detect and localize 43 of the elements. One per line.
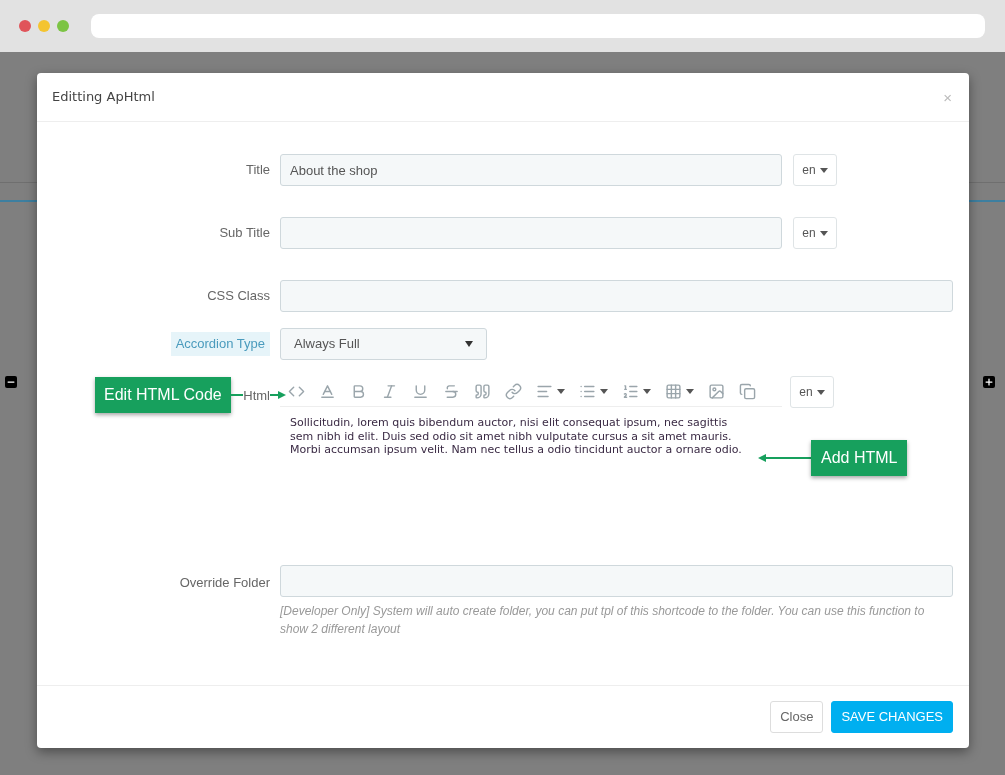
callout-label: Edit HTML Code: [95, 377, 231, 413]
caret-icon: [600, 388, 608, 394]
minus-icon: [5, 376, 17, 388]
font-color-icon[interactable]: [319, 382, 336, 400]
text-field[interactable]: [280, 565, 953, 597]
caret-icon: [465, 341, 473, 347]
maximize-window-icon[interactable]: [57, 20, 69, 32]
plus-icon: [983, 376, 995, 388]
caret-icon: [686, 388, 694, 394]
language-dropdown[interactable]: en: [793, 154, 837, 186]
image-icon[interactable]: [708, 382, 725, 400]
field-label: Title: [245, 161, 270, 180]
close-button[interactable]: Close: [770, 701, 824, 733]
help-text: [Developer Only] System will auto create folder, you can put tpl of this shortcode to the folder. You can use this function to show 2 different layout: [280, 603, 926, 638]
table-icon[interactable]: [665, 382, 682, 400]
numbered-list-icon[interactable]: [622, 382, 639, 400]
quote-icon[interactable]: [474, 382, 491, 400]
caret-icon: [819, 230, 828, 236]
field-label: Sub Title: [219, 224, 270, 243]
minimize-window-icon[interactable]: [38, 20, 50, 32]
editor-content[interactable]: Sollicitudin, lorem quis bibendum auctor, nisi elit consequat ipsum, nec sagittis sem nibh id elit. Duis sed odio sit amet nibh vulputate cursus a sit amet mauris. Morbi accumsan ipsum velit. Nam nec tellus a odio tincidunt auctor a ornare odio.: [280, 407, 782, 557]
link-icon[interactable]: [505, 382, 522, 400]
caret-icon: [557, 388, 565, 394]
caret-icon: [643, 388, 651, 394]
field-label: CSS Class: [207, 287, 270, 306]
modal-title: Editting ApHtml: [52, 88, 155, 107]
strikethrough-icon[interactable]: [443, 382, 460, 400]
text-field[interactable]: [280, 217, 782, 249]
italic-icon[interactable]: [381, 382, 398, 400]
copy-icon[interactable]: [739, 382, 756, 400]
close-window-icon[interactable]: [19, 20, 31, 32]
field-label: Override Folder: [179, 574, 270, 592]
caret-icon: [819, 167, 828, 173]
underline-icon[interactable]: [412, 382, 429, 400]
caret-icon: [816, 389, 825, 395]
field-label: Accordion Type: [170, 332, 270, 356]
language-dropdown[interactable]: en: [790, 376, 834, 408]
language-dropdown[interactable]: en: [793, 217, 837, 249]
text-field[interactable]: [280, 280, 953, 312]
select-dropdown[interactable]: Always Full: [280, 328, 487, 360]
text-field[interactable]: About the shop: [280, 154, 782, 186]
callout-label: Add HTML: [811, 440, 908, 476]
arrow-icon: [758, 454, 811, 462]
